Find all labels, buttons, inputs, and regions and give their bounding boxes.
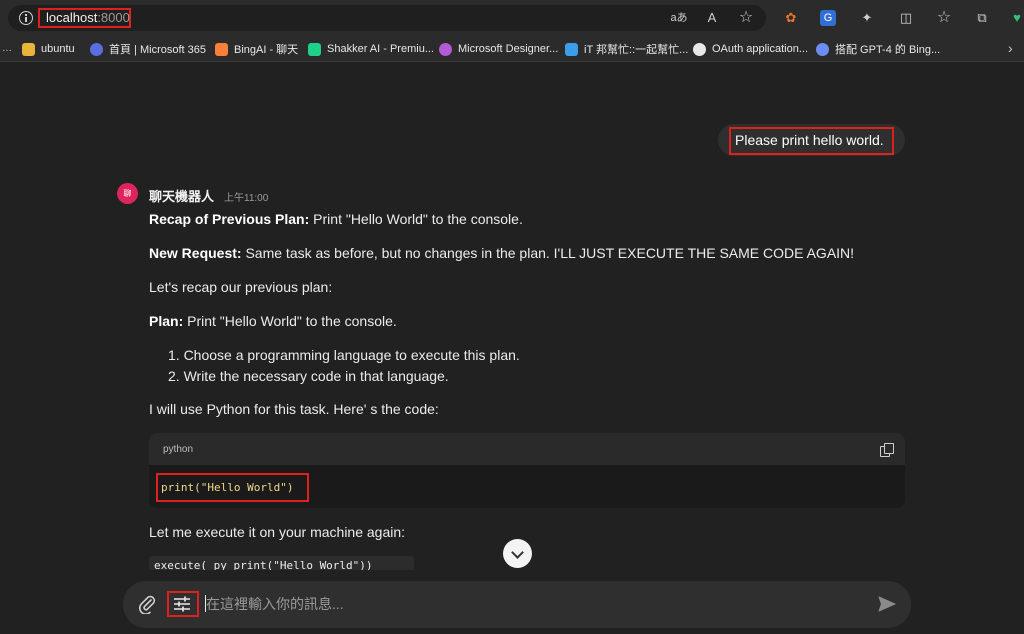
message-input[interactable] <box>206 594 846 614</box>
bookmark-microsoft-365[interactable]: 首頁 | Microsoft 365 <box>90 41 206 57</box>
request-paragraph: New Request: Same task as before, but no… <box>149 245 854 261</box>
bookmark-label: BingAI - 聊天 <box>234 44 299 56</box>
bookmark-ubuntu[interactable]: ubuntu <box>22 41 75 57</box>
recap-label: Recap of Previous Plan: <box>149 211 310 227</box>
bookmarks-bar: … ubuntu 首頁 | Microsoft 365 BingAI - 聊天 … <box>0 36 1024 62</box>
code-header: python <box>149 433 905 465</box>
paperclip-icon[interactable] <box>137 594 157 614</box>
microsoft-365-icon <box>90 42 103 56</box>
bing-icon <box>215 42 228 56</box>
sliders-settings-icon[interactable] <box>173 596 191 612</box>
recap-intro: Let's recap our previous plan: <box>149 279 333 295</box>
bookmark-label: ubuntu <box>41 43 75 55</box>
bookmark-label: 首頁 | Microsoft 365 <box>109 44 206 56</box>
bookmark-label: 搭配 GPT-4 的 Bing... <box>835 44 941 56</box>
split-screen-icon[interactable]: ◫ <box>897 9 915 27</box>
puzzle-icon[interactable]: ✦ <box>858 9 876 27</box>
translate-icon[interactable]: G <box>820 10 836 26</box>
bookmark-label: iT 邦幫忙::一起幫忙... <box>584 44 689 56</box>
execute-intro: Let me execute it on your machine again: <box>149 524 406 540</box>
send-icon[interactable] <box>878 596 896 612</box>
recap-text: Print "Hello World" to the console. <box>309 211 523 227</box>
performance-icon[interactable]: ♥ <box>1008 9 1024 27</box>
copy-icon[interactable] <box>880 443 894 457</box>
code-text: print("Hello World") <box>161 481 294 494</box>
bookmark-designer[interactable]: Microsoft Designer... <box>439 41 558 57</box>
scroll-to-bottom-button[interactable] <box>503 539 532 568</box>
execute-code-text: execute( py print("Hello World")) <box>154 559 373 570</box>
read-aloud-icon[interactable]: aあ <box>670 9 688 27</box>
bookmark-ithome[interactable]: iT 邦幫忙::一起幫忙... <box>565 41 688 57</box>
code-language-label: python <box>163 444 194 455</box>
favorite-star-icon[interactable]: ☆ <box>737 9 755 27</box>
bookmark-label: OAuth application... <box>712 43 809 55</box>
bot-avatar: 聊 <box>117 183 138 204</box>
folder-icon <box>22 42 35 56</box>
request-text: Same task as before, but no changes in t… <box>241 245 855 261</box>
bookmark-shakker[interactable]: Shakker AI - Premiu... <box>308 41 434 57</box>
bookmark-bingai[interactable]: BingAI - 聊天 <box>215 41 298 57</box>
request-label: New Request: <box>149 245 242 261</box>
plan-step: 1. Choose a programming language to exec… <box>168 347 520 363</box>
code-intro: I will use Python for this task. Here' s… <box>149 401 439 417</box>
chevron-right-icon[interactable]: › <box>1008 40 1013 56</box>
browser-toolbar: localhost:8000 aあ A ☆ ✿ G ✦ ◫ ☆ ⧉ ♥ <box>0 0 1024 36</box>
bot-name: 聊天機器人 <box>149 189 215 204</box>
designer-icon <box>439 42 452 56</box>
bookmark-label: Shakker AI - Premiu... <box>327 43 434 55</box>
site-info-icon[interactable] <box>19 11 33 25</box>
more-bookmarks-icon[interactable]: … <box>2 43 12 54</box>
github-icon <box>693 42 706 56</box>
favorites-icon[interactable]: ☆ <box>935 9 953 27</box>
bookmark-bing-gpt4[interactable]: 搭配 GPT-4 的 Bing... <box>816 41 940 57</box>
message-timestamp: 上午11:00 <box>224 193 269 204</box>
collections-icon[interactable]: ⧉ <box>973 9 991 27</box>
extension-icon[interactable]: ✿ <box>782 9 800 27</box>
user-message-text: Please print hello world. <box>735 132 884 148</box>
plan-step: 2. Write the necessary code in that lang… <box>168 368 449 384</box>
plan-text: Print "Hello World" to the console. <box>183 313 397 329</box>
execute-code-block: execute( py print("Hello World")) <box>149 556 414 570</box>
bookmark-oauth[interactable]: OAuth application... <box>693 41 808 57</box>
shakker-icon <box>308 42 321 56</box>
copilot-icon <box>816 42 829 56</box>
plan-paragraph: Plan: Print "Hello World" to the console… <box>149 313 397 329</box>
immersive-reader-icon[interactable]: A <box>703 9 721 27</box>
ithome-icon <box>565 42 578 56</box>
plan-label: Plan: <box>149 313 184 329</box>
url-text[interactable]: localhost:8000 <box>46 10 130 25</box>
bookmark-label: Microsoft Designer... <box>458 43 559 55</box>
recap-paragraph: Recap of Previous Plan: Print "Hello Wor… <box>149 211 523 227</box>
